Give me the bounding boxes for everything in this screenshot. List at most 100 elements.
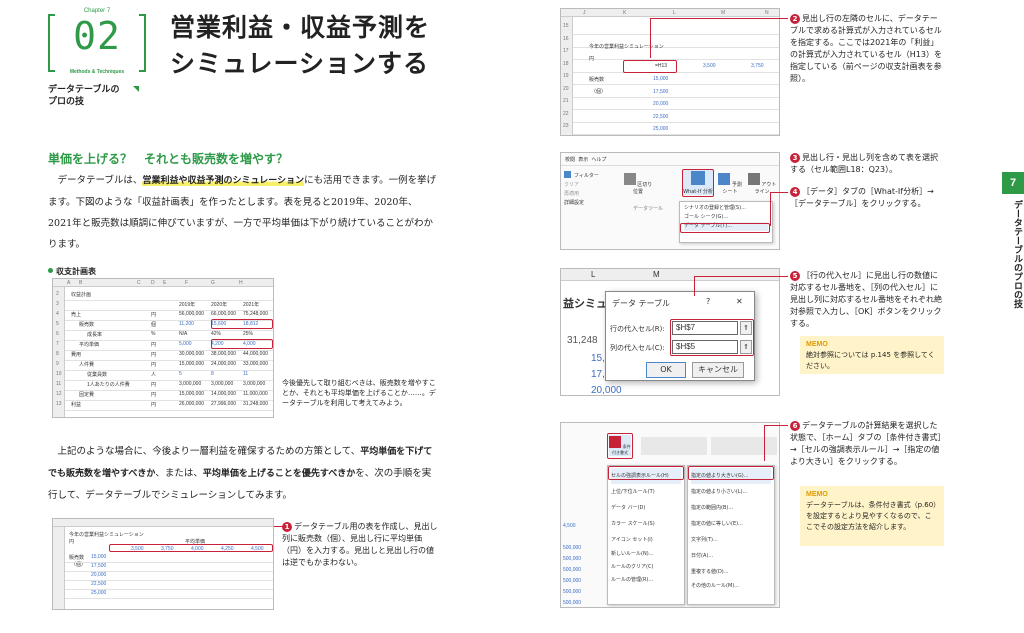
cell-value: 3,000,000 bbox=[211, 381, 234, 387]
cf-submenu-item[interactable]: 重複する値(D)... bbox=[691, 564, 771, 580]
data-table-dialog-screenshot: L M 益シミュ 31,248 15, 17, 20,000 データ テーブル … bbox=[560, 268, 780, 396]
row-number-bar bbox=[53, 287, 65, 417]
row-input-label: 行の代入セル(R): bbox=[610, 325, 665, 333]
dialog-bg-title: 益シミュ bbox=[563, 298, 607, 310]
cf-background-value: 500,000 bbox=[563, 545, 582, 551]
ribbon-cells-group bbox=[711, 437, 777, 455]
cf-submenu-item[interactable]: 文字列(T)... bbox=[691, 532, 771, 548]
column-header: E bbox=[163, 280, 167, 286]
cf-submenu-item[interactable]: 日付(A)... bbox=[691, 548, 771, 564]
section-number: 02 bbox=[73, 14, 121, 58]
cell-value: 5,000 bbox=[179, 341, 192, 347]
highlight-box-cf-button bbox=[607, 433, 633, 459]
column-header: L bbox=[673, 10, 676, 16]
row-number: 2 bbox=[56, 291, 59, 297]
highlight-box-formula-cell bbox=[623, 60, 677, 73]
cell-value: 2021年 bbox=[243, 302, 260, 308]
sheet2-title: 今年の営業利益シミュレーション bbox=[589, 44, 664, 50]
chapter-badge: Chapter 7 02 Methods & Techniques bbox=[48, 8, 146, 76]
grid-line bbox=[65, 598, 273, 599]
step5-leader-h bbox=[694, 276, 788, 277]
count-cell: 15,000 bbox=[653, 76, 669, 82]
figure-caption: 収支計画表 bbox=[48, 266, 96, 277]
page-title-line1: 営業利益・収益予測を bbox=[170, 13, 431, 42]
row-number: 22 bbox=[563, 110, 569, 117]
ribbon-reapply-button[interactable]: 再適用 bbox=[564, 191, 579, 197]
cell-value: 8 bbox=[211, 371, 214, 377]
ribbon-tab-view[interactable]: 表示 bbox=[578, 157, 588, 163]
para2-text-a: 上記のような場合に、今後より一層利益を確保するための方策として、 bbox=[57, 446, 361, 457]
ribbon-advanced-button[interactable]: 詳細設定 bbox=[564, 200, 584, 206]
dialog-close-button[interactable]: ✕ bbox=[736, 297, 743, 306]
cell-value: 66,000,000 bbox=[211, 311, 237, 317]
count-cell: 20,000 bbox=[653, 101, 669, 107]
cf-menu-item[interactable]: ルールのクリア(C) bbox=[611, 561, 681, 574]
highlight-box-what-if bbox=[682, 169, 714, 197]
ribbon-filter-button[interactable]: フィルター bbox=[574, 173, 599, 179]
figure-caption-text: 収支計画表 bbox=[56, 267, 96, 276]
cf-menu-item[interactable]: ルールの管理(R)... bbox=[611, 574, 681, 587]
forecast-sheet-button[interactable]: 予測シート bbox=[718, 173, 742, 195]
cf-menu-item[interactable]: カラー スケール(S) bbox=[611, 516, 681, 532]
cf-submenu-item[interactable]: その他のルール(M)... bbox=[691, 580, 771, 593]
what-if-menu: シナリオの登録と管理(S)... ゴール シーク(G)... データ テーブル(… bbox=[679, 201, 773, 243]
memo2-text: データテーブルは、条件付き書式（p.60）を設定するとより見やすくなるので、ここ… bbox=[806, 501, 937, 531]
cf-submenu-item[interactable]: 指定の範囲内(B)... bbox=[691, 500, 771, 516]
cf-submenu: 指定の値より大きい(G)... 指定の値より小さい(L)... 指定の範囲内(B).… bbox=[687, 465, 775, 605]
ribbon-tab-review[interactable]: 校閲 bbox=[565, 157, 575, 163]
ribbon-text-to-columns[interactable]: 区切り位置 bbox=[623, 173, 653, 195]
menu-scenario-manager[interactable]: シナリオの登録と管理(S)... bbox=[684, 204, 768, 213]
formula-reference-sheet: J K L M N 15 16 17 18 19 20 21 22 23 今年の営業利益シミュレーション円… bbox=[560, 8, 780, 136]
data-table-dialog: データ テーブル ? ✕ 行の代入セル(R): $H$7 ⇑ 列の代入セル(C)… bbox=[605, 291, 755, 381]
row-label: 利益 bbox=[71, 402, 82, 408]
cf-menu-item[interactable]: 上位/下位ルール(T) bbox=[611, 484, 681, 500]
conditional-format-screenshot: 条件付き書式 4,500 500,000 500,000 500,000 500,000… bbox=[560, 422, 780, 608]
cf-menu-item[interactable]: 新しいルール(N)... bbox=[611, 548, 681, 561]
cell-value: 11,000,000 bbox=[243, 391, 268, 397]
row-number: 11 bbox=[56, 381, 62, 387]
ribbon-tab-help[interactable]: ヘルプ bbox=[591, 157, 606, 163]
step1-text: 1 データテーブル用の表を作成し、見出し列に販売数（個）、見出し行に平均単価（円）… bbox=[282, 521, 438, 569]
step2-leader-h bbox=[650, 18, 788, 19]
row-number: 9 bbox=[56, 361, 59, 367]
cell-value: 31,248,000 bbox=[243, 401, 269, 407]
dialog-help-button[interactable]: ? bbox=[706, 297, 710, 306]
row-unit: 円 bbox=[151, 362, 157, 368]
grid-line bbox=[65, 310, 273, 311]
memo2-label: MEMO bbox=[806, 491, 828, 498]
ribbon-clear-button[interactable]: クリア bbox=[564, 182, 579, 188]
ok-button[interactable]: OK bbox=[646, 362, 686, 378]
grid-line bbox=[65, 410, 273, 411]
cf-submenu-item[interactable]: 指定の値より小さい(L)... bbox=[691, 484, 771, 500]
cell-value: 14,000,000 bbox=[211, 391, 237, 397]
filter-icon bbox=[564, 171, 571, 178]
menu-goal-seek[interactable]: ゴール シーク(G)... bbox=[684, 213, 768, 222]
grid-line bbox=[65, 350, 273, 351]
cf-menu-item[interactable]: データ バー(D) bbox=[611, 500, 681, 516]
row-unit: 円 bbox=[151, 342, 157, 348]
row-label: 平均単価 bbox=[79, 342, 100, 348]
cell-value: 2019年 bbox=[179, 302, 196, 308]
row-number: 12 bbox=[56, 391, 62, 397]
cf-menu-item[interactable]: アイコン セット(I) bbox=[611, 532, 681, 548]
step2-leader-v bbox=[650, 18, 651, 58]
dialog-bg-row-2: 17, bbox=[591, 369, 605, 380]
step5-description: ［行の代入セル］に見出し行の数値に対応するセル番地を、［列の代入セル］に見出し列… bbox=[790, 271, 942, 328]
paragraph-method: 上記のような場合に、今後より一層利益を確保するための方策として、平均単価を下げて… bbox=[48, 441, 440, 506]
data-ribbon-screenshot: 校閲 表示 ヘルプ フィルター クリア 再適用 詳細設定 区切り位置 データツー… bbox=[560, 152, 780, 250]
row-number: 21 bbox=[563, 98, 569, 104]
grid-line bbox=[573, 96, 779, 98]
grid-line bbox=[573, 121, 779, 123]
cf-submenu-item[interactable]: 指定の値に等しい(E)... bbox=[691, 516, 771, 532]
step4-leader-h bbox=[770, 192, 788, 193]
step5-text: 5 ［行の代入セル］に見出し行の数値に対応するセル番地を、［列の代入セル］に見出し… bbox=[790, 270, 944, 330]
cell-value: 11,200 bbox=[179, 321, 194, 327]
grid-line bbox=[573, 134, 779, 135]
column-header: C bbox=[137, 280, 141, 286]
count-cell: 17,500 bbox=[91, 563, 107, 569]
grid-line bbox=[573, 34, 779, 35]
para2-bold-b: 平均単価を上げることを優先すべきか bbox=[202, 469, 356, 479]
cancel-button[interactable]: キャンセル bbox=[692, 362, 744, 378]
section-subtitle: データテーブルの プロの技 bbox=[48, 85, 120, 107]
ribbon-group-label: データツール bbox=[633, 206, 664, 212]
